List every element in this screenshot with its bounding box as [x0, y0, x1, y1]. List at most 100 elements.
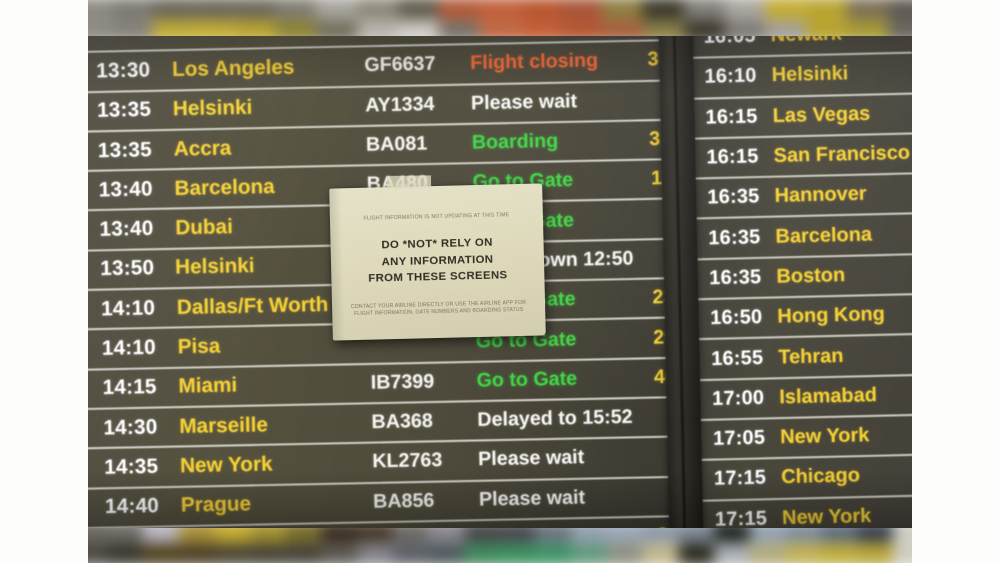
- departure-board-photo: KL1005Flight closing1313:30Los AngelesGF…: [88, 36, 912, 528]
- flight-destination: New York: [781, 504, 872, 528]
- screenshot-root: KL1005Flight closing1313:30Los AngelesGF…: [0, 0, 1000, 563]
- flight-row: 17:15 Chicago: [698, 453, 912, 500]
- flight-time: 16:35: [708, 225, 761, 250]
- flight-destination: Boston: [776, 264, 846, 288]
- flight-row: 17:00 Islamabad: [696, 373, 912, 419]
- backdrop-cell: [749, 543, 786, 563]
- flight-status: Flight closing: [470, 50, 599, 75]
- flight-destination: Helsinki: [771, 63, 849, 87]
- backdrop-cell: [112, 0, 154, 20]
- backdrop-cell: [642, 0, 684, 20]
- backdrop-cell: [397, 0, 439, 20]
- flight-status: Boarding: [471, 130, 559, 154]
- flight-number: GF6637: [364, 53, 436, 77]
- flight-time: 17:15: [713, 467, 767, 491]
- flight-destination: Barcelona: [775, 223, 873, 248]
- page-margin-left: [0, 0, 88, 563]
- flight-time: 17:00: [711, 386, 765, 411]
- flight-row: 17:05 New York: [697, 413, 912, 460]
- backdrop-cell: [250, 543, 286, 563]
- backdrop-cell: [571, 543, 608, 563]
- backdrop-cell: [714, 543, 750, 563]
- backdrop-cell: [765, 0, 806, 20]
- backdrop-cell: [275, 0, 317, 20]
- flight-row: 16:55 Tehran: [696, 333, 912, 379]
- paper-notice-sign: FLIGHT INFORMATION IS NOT UPDATING AT TH…: [329, 183, 546, 341]
- flight-time: 16:35: [707, 185, 760, 210]
- flight-row: 16:10 Helsinki: [689, 51, 912, 98]
- backdrop-cell: [178, 543, 215, 563]
- backdrop-cell: [142, 543, 179, 563]
- flight-destination: Las Vegas: [772, 102, 871, 128]
- flight-destination: Hong Kong: [777, 303, 886, 329]
- backdrop-cell: [357, 0, 398, 20]
- backdrop-cell: [438, 0, 480, 20]
- flight-time: 16:15: [705, 105, 758, 129]
- flight-number: BA081: [365, 133, 428, 156]
- backdrop-cell: [683, 0, 725, 20]
- flight-row: 16:35 Barcelona: [693, 212, 912, 259]
- flight-time: 17:15: [714, 507, 768, 528]
- flight-number: KL1005: [363, 36, 469, 38]
- flight-row: 16:35 Hannover: [692, 172, 912, 218]
- departures-panel-right: 16:05 Newark 16:10 Helsinki 16:15 Las Vegas 16…: [688, 36, 912, 528]
- flight-number: [370, 342, 476, 344]
- backdrop-cell: [107, 543, 143, 563]
- flight-number: IB7399: [370, 370, 435, 394]
- flight-destination: Chicago: [780, 464, 861, 489]
- flight-time: 13:40: [98, 177, 153, 202]
- flight-time: 14:10: [100, 296, 156, 321]
- flight-destination: New York: [179, 452, 273, 478]
- flight-destination: Newark: [771, 36, 843, 48]
- flight-number: KL2763: [372, 449, 443, 474]
- page-margin-right: [912, 0, 1000, 563]
- backdrop-top-upper: [71, 0, 929, 20]
- flight-time: 16:55: [710, 346, 764, 370]
- backdrop-cell: [153, 0, 194, 20]
- backdrop-cell: [316, 0, 358, 20]
- flight-destination: Helsinki: [172, 96, 253, 121]
- flight-status: Go to Gate: [476, 367, 578, 392]
- flight-status: Please wait: [470, 90, 578, 115]
- flight-status: Go to Gate: [480, 525, 639, 528]
- backdrop-cell: [785, 543, 822, 563]
- flight-time: 16:10: [704, 65, 757, 89]
- flight-row: 16:35 Boston: [694, 252, 912, 299]
- notice-bottom-note: CONTACT YOUR AIRLINE DIRECTLY OR USE THE…: [340, 299, 537, 319]
- backdrop-cell: [821, 543, 857, 563]
- backdrop-cell: [642, 543, 679, 563]
- flight-destination: Prague: [180, 492, 252, 518]
- backdrop-cell: [428, 543, 465, 563]
- flight-time: 16:15: [706, 145, 759, 169]
- flight-time: 14:15: [102, 375, 157, 400]
- backdrop-cell: [464, 543, 500, 563]
- backdrop-cell: [520, 0, 562, 20]
- flight-status: Please wait: [478, 486, 586, 511]
- flight-number: BA368: [371, 410, 433, 434]
- backdrop-cell: [678, 543, 715, 563]
- notice-main-line-3: FROM THESE SCREENS: [368, 269, 508, 285]
- flight-destination: Accra: [173, 136, 232, 161]
- flight-row: 17:15 New York: [699, 494, 912, 528]
- flight-time: 16:05: [703, 36, 756, 49]
- notice-main-text: DO *NOT* RELY ON ANY INFORMATION FROM TH…: [338, 234, 536, 288]
- backdrop-cell: [214, 543, 251, 563]
- backdrop-cell: [392, 543, 429, 563]
- notice-top-note: FLIGHT INFORMATION IS NOT UPDATING AT TH…: [363, 212, 510, 222]
- flight-row: 16:50 Hong Kong: [695, 293, 912, 339]
- flight-number: BA856: [372, 489, 435, 513]
- flight-time: 14:35: [104, 455, 159, 479]
- flight-destination: Hannover: [774, 183, 867, 208]
- backdrop-cell: [479, 0, 521, 20]
- flight-time: 17:05: [712, 426, 766, 451]
- flight-time: 13:35: [96, 98, 152, 123]
- flight-destination: Islamabad: [779, 384, 878, 409]
- backdrop-cell: [607, 543, 643, 563]
- flight-time: 13:40: [99, 217, 154, 242]
- flight-destination: Tehran: [778, 344, 844, 369]
- flight-destination: Miami: [178, 374, 238, 399]
- flight-time: 13:50: [100, 256, 155, 281]
- flight-status: Please wait: [477, 447, 585, 471]
- backdrop-cell: [724, 0, 766, 20]
- backdrop-cell: [499, 543, 536, 563]
